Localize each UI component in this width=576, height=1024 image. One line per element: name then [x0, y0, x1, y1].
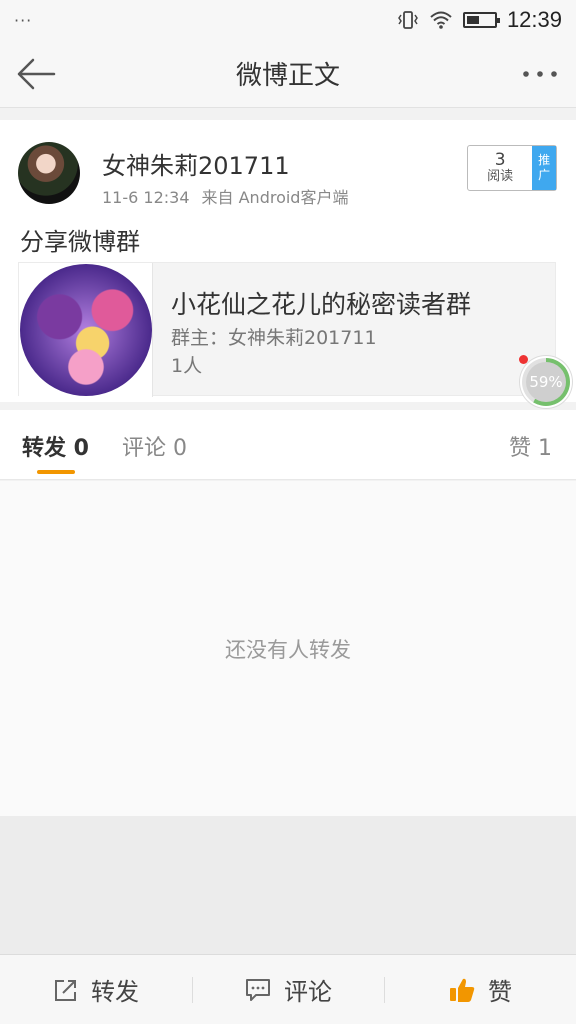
status-icons: 12:39	[397, 7, 562, 33]
group-card[interactable]: 小花仙之花儿的秘密读者群 群主：女神朱莉201711 1人	[18, 262, 556, 397]
avatar[interactable]	[18, 142, 80, 204]
promote-button[interactable]: 推广	[532, 146, 556, 190]
bottom-action-bar: 转发 评论 赞	[0, 954, 576, 1024]
repost-list: 还没有人转发	[0, 481, 576, 816]
comment-label: 评论	[284, 978, 332, 1006]
status-time: 12:39	[506, 7, 562, 32]
floating-progress-ball[interactable]: 59%	[519, 355, 572, 408]
post-card: 女神朱莉201711 11-6 12:34 来自 Android客户端 3 阅读 …	[0, 120, 576, 408]
back-arrow-icon[interactable]	[14, 56, 58, 92]
post-source: 来自 Android客户端	[201, 188, 349, 207]
group-owner: 群主：女神朱莉201711	[171, 327, 377, 349]
page-background	[0, 816, 576, 954]
progress-label: 59%	[526, 362, 566, 402]
battery-fill	[466, 16, 479, 24]
tab-comment[interactable]: 评论 0	[122, 430, 187, 462]
post-time: 11-6 12:34	[102, 188, 190, 207]
post-username[interactable]: 女神朱莉201711	[102, 146, 290, 181]
wifi-icon	[430, 11, 452, 29]
group-image	[19, 263, 153, 397]
notification-dot	[519, 355, 528, 364]
post-meta: 11-6 12:34 来自 Android客户端	[102, 184, 348, 208]
interaction-tabs: 转发 0 评论 0 赞 1	[0, 410, 576, 480]
comment-button[interactable]: 评论	[192, 955, 384, 1024]
read-count-box[interactable]: 3 阅读 推广	[467, 145, 557, 191]
more-dots-icon[interactable]	[520, 64, 560, 84]
group-image-art	[19, 264, 152, 396]
repost-button[interactable]: 转发	[0, 955, 192, 1024]
like-button[interactable]: 赞	[384, 955, 576, 1024]
read-count: 3 阅读	[468, 146, 532, 190]
nav-bar: 微博正文	[0, 40, 576, 108]
group-member-count: 1人	[171, 355, 203, 377]
tab-indicator	[37, 470, 75, 474]
notification-dots: ···	[14, 10, 33, 30]
comment-icon	[246, 978, 270, 1001]
tab-repost[interactable]: 转发 0	[22, 430, 89, 462]
read-count-label: 阅读	[487, 169, 514, 184]
tab-like[interactable]: 赞 1	[509, 430, 552, 462]
status-bar: ··· 12:39	[0, 0, 576, 40]
battery-icon	[462, 12, 500, 28]
vibrate-icon	[398, 11, 418, 29]
group-name: 小花仙之花儿的秘密读者群	[171, 290, 472, 319]
like-label: 赞	[488, 978, 512, 1006]
repost-icon	[55, 979, 76, 1001]
repost-label: 转发	[91, 978, 139, 1006]
read-count-number: 3	[494, 150, 506, 170]
post-text: 分享微博群	[20, 228, 140, 256]
thumbs-up-icon	[450, 978, 475, 1002]
empty-state-text: 还没有人转发	[225, 637, 351, 662]
page-title: 微博正文	[235, 61, 340, 91]
